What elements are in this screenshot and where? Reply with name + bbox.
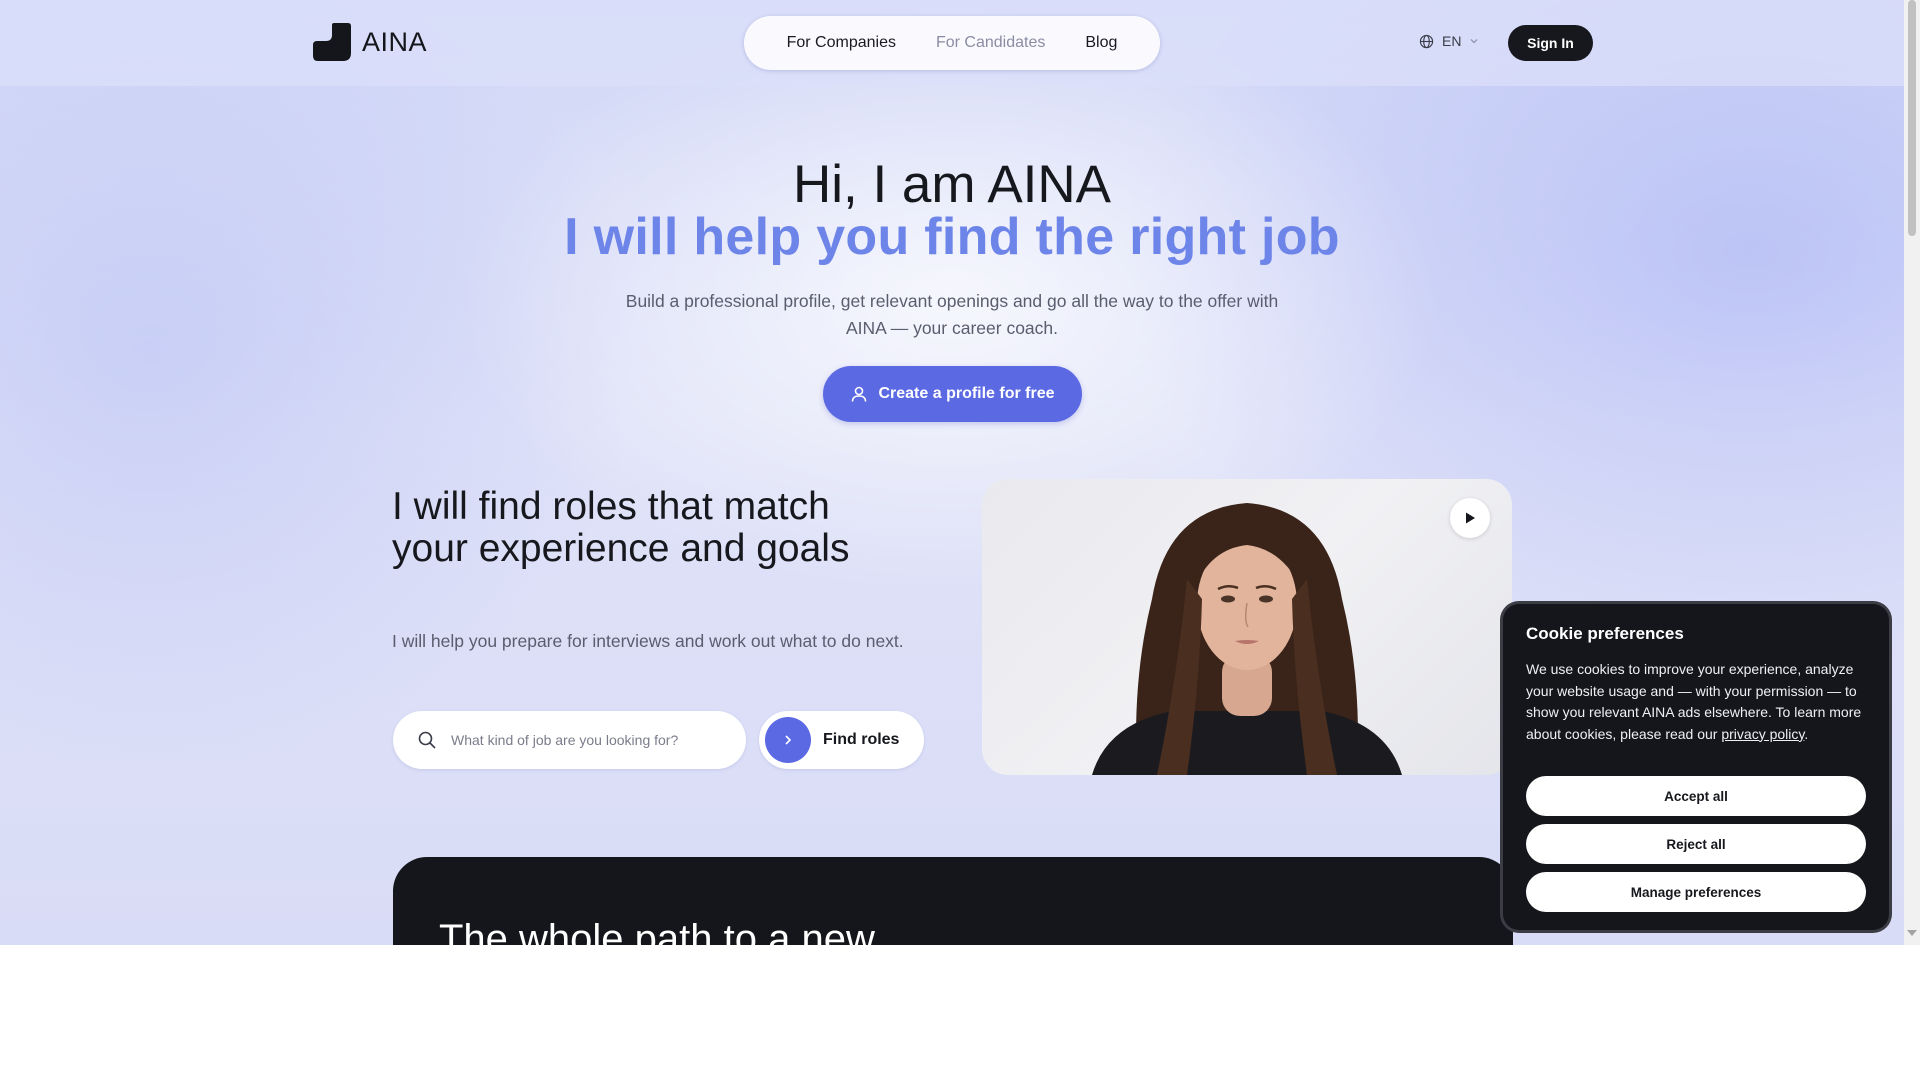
find-roles-label: Find roles	[823, 731, 900, 748]
logo[interactable]: AINA	[312, 23, 427, 61]
presenter-image	[1092, 503, 1402, 775]
process-section: The whole path to a new	[393, 857, 1513, 945]
scrollbar[interactable]	[1904, 0, 1920, 945]
find-roles-circle	[765, 717, 811, 763]
cookie-text: We use cookies to improve your experienc…	[1526, 659, 1871, 745]
user-icon	[852, 386, 867, 402]
find-roles-button[interactable]: Find roles	[759, 711, 924, 769]
scroll-down-icon[interactable]	[1907, 930, 1917, 936]
language-label: EN	[1442, 33, 1462, 49]
hero-subtitle: I will help you find the right job	[564, 208, 1340, 266]
create-profile-label: Create a profile for free	[878, 385, 1055, 402]
roles-title: I will find roles that match your experi…	[392, 485, 850, 570]
language-selector[interactable]: EN	[1419, 33, 1479, 49]
main-nav: For Companies For Candidates Blog	[744, 16, 1160, 70]
logo-text: AINA	[362, 26, 428, 57]
hero-title: Hi, I am AINA	[792, 155, 1112, 214]
video-card[interactable]	[982, 479, 1512, 775]
cookie-text-body: We use cookies to improve your experienc…	[1526, 661, 1862, 742]
reject-all-button[interactable]: Reject all	[1526, 824, 1866, 864]
nav-for-companies[interactable]: For Companies	[787, 34, 896, 52]
sign-in-button[interactable]: Sign In	[1508, 25, 1593, 61]
accept-all-button[interactable]: Accept all	[1526, 776, 1866, 816]
cookie-preferences-panel: Cookie preferences We use cookies to imp…	[1503, 604, 1889, 930]
process-section-title: The whole path to a new	[439, 917, 875, 945]
hero-description: Build a professional profile, get releva…	[625, 291, 1279, 338]
cookie-text-end: .	[1804, 725, 1809, 742]
create-profile-button[interactable]: Create a profile for free	[823, 366, 1082, 422]
privacy-policy-link[interactable]: privacy policy	[1721, 726, 1804, 742]
job-search-box[interactable]	[393, 711, 746, 769]
nav-for-candidates[interactable]: For Candidates	[936, 34, 1045, 52]
play-icon	[1466, 512, 1475, 524]
job-search-input[interactable]	[449, 731, 713, 749]
globe-icon	[1419, 34, 1434, 48]
logo-icon	[313, 23, 351, 61]
play-button[interactable]	[1450, 498, 1490, 538]
cookie-title: Cookie preferences	[1526, 624, 1684, 643]
manage-preferences-button[interactable]: Manage preferences	[1526, 872, 1866, 912]
roles-description: I will help you prepare for interviews a…	[392, 631, 904, 651]
site-header: AINA For Companies For Candidates Blog E…	[0, 0, 1904, 86]
nav-blog[interactable]: Blog	[1085, 34, 1117, 52]
chevron-right-icon	[785, 735, 792, 745]
page-viewport: AINA For Companies For Candidates Blog E…	[0, 0, 1904, 945]
search-icon	[418, 731, 436, 749]
scrollbar-thumb[interactable]	[1908, 0, 1916, 236]
chevron-down-icon	[1471, 39, 1478, 44]
